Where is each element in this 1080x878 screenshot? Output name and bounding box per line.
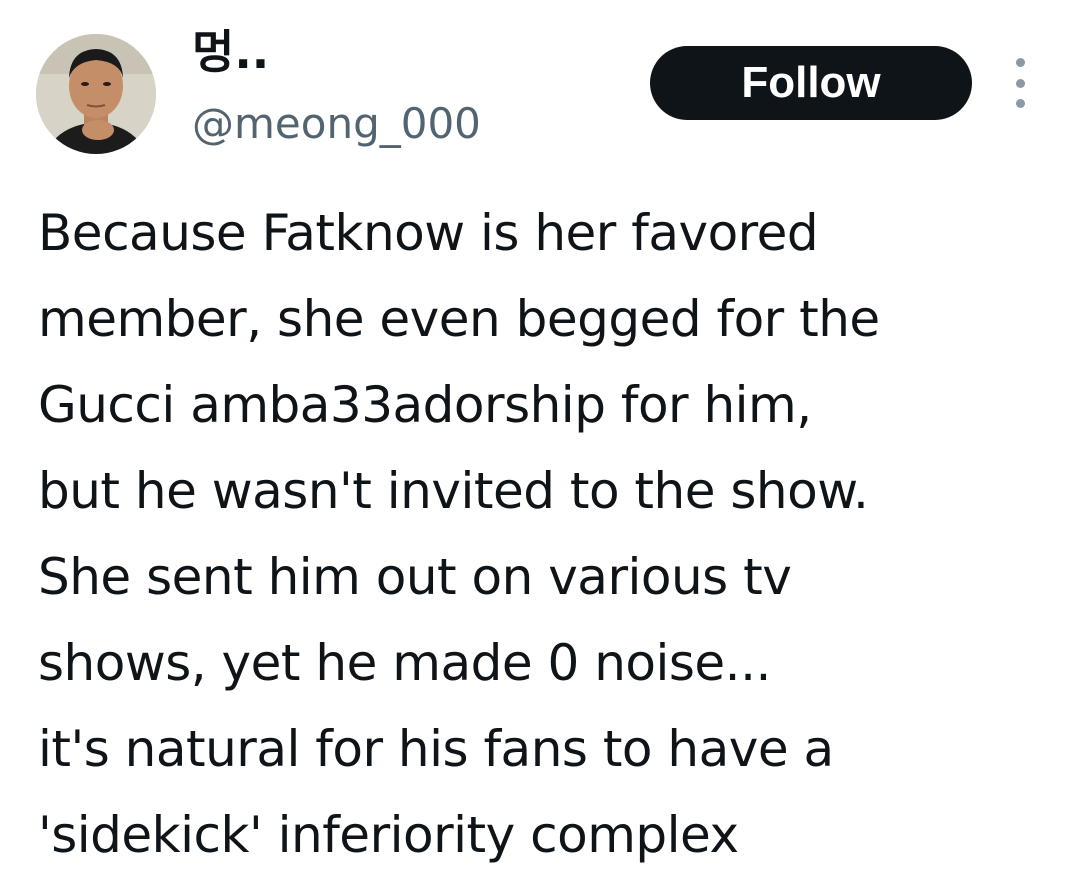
more-horizontal-icon xyxy=(1015,99,1025,108)
tweet-text-line: She sent him out on various tv xyxy=(38,548,792,606)
tweet-text-line: Because Fatknow is her favored xyxy=(38,204,819,262)
tweet-text-line: but he wasn't invited to the show. xyxy=(38,462,869,520)
tweet-text-line: 'sidekick' inferiority complex xyxy=(38,806,739,864)
tweet-card: 멍.. @meong_000 Follow Because Fatknow is… xyxy=(0,0,1080,872)
avatar-image xyxy=(36,34,156,154)
avatar[interactable] xyxy=(36,34,156,154)
more-horizontal-icon xyxy=(1015,58,1025,67)
tweet-text: Because Fatknow is her favored member, s… xyxy=(38,190,1068,878)
tweet-text-line: shows, yet he made 0 noise... xyxy=(38,634,771,692)
display-name[interactable]: 멍.. xyxy=(192,22,269,82)
user-handle[interactable]: @meong_000 xyxy=(192,96,481,152)
tweet-text-line: member, she even begged for the xyxy=(38,290,880,348)
more-options-button[interactable] xyxy=(1004,58,1036,108)
tweet-text-line: Gucci amba33adorship for him, xyxy=(38,376,812,434)
follow-button[interactable]: Follow xyxy=(650,46,972,120)
more-horizontal-icon xyxy=(1015,78,1025,88)
tweet-text-line: it's natural for his fans to have a xyxy=(38,720,834,778)
